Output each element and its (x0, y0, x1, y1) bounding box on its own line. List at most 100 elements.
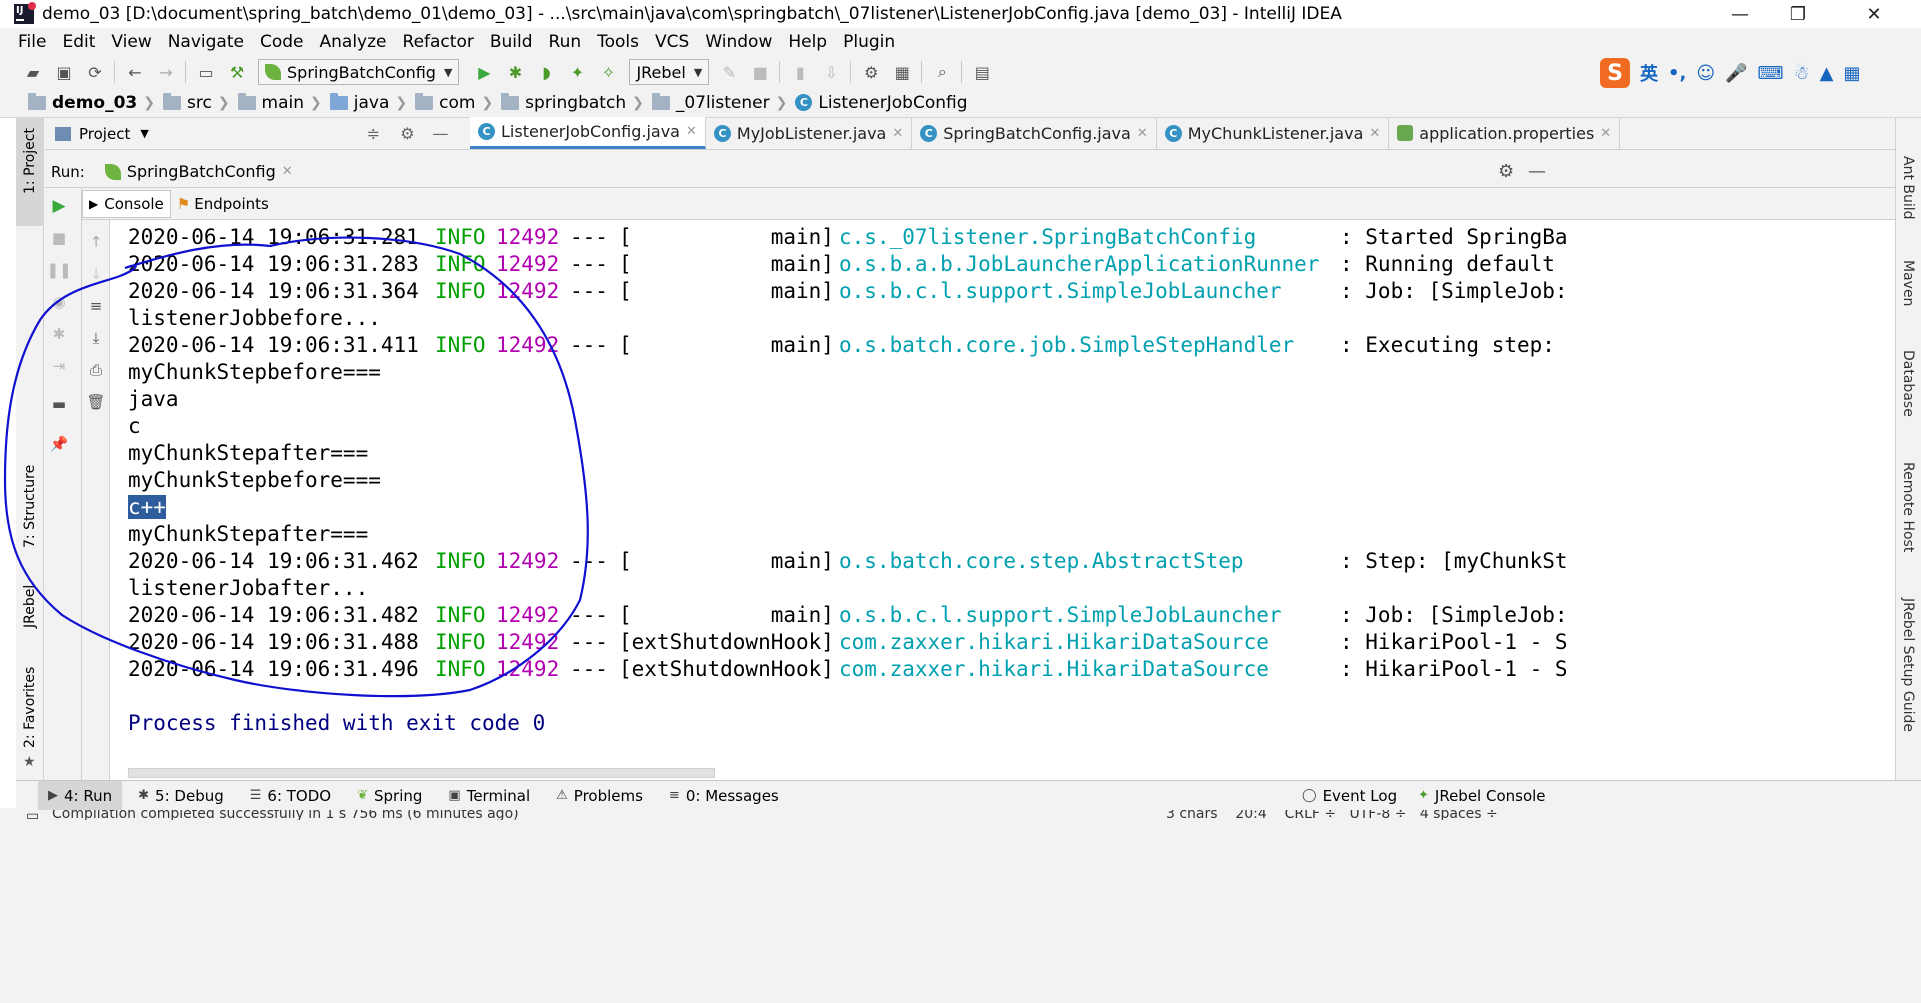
menu-refactor[interactable]: Refactor (403, 32, 474, 52)
menu-help[interactable]: Help (788, 32, 827, 52)
breadcrumb-item-src[interactable]: src (162, 92, 212, 113)
microphone-icon[interactable]: 🎤 (1725, 63, 1747, 84)
debug-bug-icon[interactable]: ✱ (49, 324, 69, 344)
close-icon[interactable]: ✕ (686, 124, 697, 139)
jrebel-setup-tool-label[interactable]: JRebel Setup Guide (1900, 598, 1916, 732)
run-config-tab[interactable]: SpringBatchConfig ✕ (104, 162, 293, 181)
bottom-tab-run[interactable]: ▶ 4: Run (38, 780, 123, 811)
jrebel-tool-label[interactable]: JRebel (22, 585, 38, 628)
project-structure-icon[interactable]: ▭ (195, 61, 217, 83)
remote-host-tool-label[interactable]: Remote Host (1900, 462, 1916, 552)
structure-tool-label[interactable]: 7: Structure (22, 465, 38, 548)
bottom-tab-todo[interactable]: ☰ 6: TODO (240, 781, 341, 811)
stop-icon[interactable]: ■ (749, 61, 771, 83)
breadcrumb-item-listenerjobconfig[interactable]: C ListenerJobConfig (795, 93, 968, 113)
grid-menu-icon[interactable]: ▦ (1844, 63, 1861, 84)
tab-console[interactable]: ▶ Console (82, 189, 171, 218)
breadcrumb-item-springbatch[interactable]: springbatch (501, 92, 626, 113)
keyboard-icon[interactable]: ⌨ (1758, 63, 1784, 84)
tab-myjoblistener[interactable]: C MyJobListener.java ✕ (706, 117, 913, 149)
maven-tool-label[interactable]: Maven (1900, 260, 1916, 306)
ant-build-tool-label[interactable]: Ant Build (1900, 156, 1916, 220)
status-right[interactable]: 3 chars 20:4 CRLF ÷ UTF-8 ÷ 4 spaces ÷ (1166, 810, 1498, 820)
project-tool-label[interactable]: 1: Project (22, 128, 38, 194)
minimize-button[interactable]: — (1711, 0, 1769, 28)
close-icon[interactable]: ✕ (282, 164, 293, 179)
search-icon[interactable]: ⌕ (931, 61, 953, 83)
menu-code[interactable]: Code (260, 32, 304, 52)
menu-build[interactable]: Build (490, 32, 533, 52)
menu-window[interactable]: Window (705, 32, 772, 52)
ime-language-toggle[interactable]: 英 (1640, 60, 1658, 86)
console-output[interactable]: 2020-06-14 19:06:31.281 INFO 12492 --- [ mai… (110, 220, 1895, 780)
menu-navigate[interactable]: Navigate (168, 32, 244, 52)
tab-endpoints[interactable]: ⚑ Endpoints (171, 190, 275, 218)
menu-edit[interactable]: Edit (62, 32, 95, 52)
bottom-tab-terminal[interactable]: ▣ Terminal (438, 781, 540, 811)
menu-analyze[interactable]: Analyze (320, 32, 387, 52)
database-tool-label[interactable]: Database (1900, 350, 1916, 417)
gear-icon[interactable]: ⚙ (400, 124, 414, 143)
menu-plugin[interactable]: Plugin (843, 32, 895, 52)
close-icon[interactable]: ✕ (1600, 126, 1611, 141)
pause-icon[interactable]: ❚❚ (46, 260, 71, 280)
punctuation-icon[interactable]: •, (1668, 63, 1686, 84)
bottom-tab-debug[interactable]: ✱ 5: Debug (128, 781, 234, 811)
close-icon[interactable]: ✕ (892, 126, 903, 141)
rerun-icon[interactable]: ▶ (49, 196, 69, 216)
profile-icon[interactable]: ✦ (566, 61, 588, 83)
build-hammer-icon[interactable]: ⚒ (226, 61, 248, 83)
settings-wrench-icon[interactable]: ⚙ (860, 61, 882, 83)
bottom-tab-problems[interactable]: ⚠ Problems (546, 781, 653, 811)
breadcrumb-item-java[interactable]: java (329, 92, 389, 113)
menu-vcs[interactable]: VCS (655, 32, 689, 52)
pin-icon[interactable]: 📌 (49, 434, 69, 454)
trash-icon[interactable]: 🗑 (86, 392, 106, 412)
breadcrumb-item-demo03[interactable]: demo_03 (28, 92, 137, 113)
menu-run[interactable]: Run (549, 32, 582, 52)
exit-icon[interactable]: ⇥ (49, 356, 69, 376)
camera-icon[interactable]: ◉ (49, 292, 69, 312)
bottom-tab-spring[interactable]: ❦ Spring (347, 781, 432, 811)
debug-icon[interactable]: ✱ (504, 61, 526, 83)
favorites-tool-label[interactable]: 2: Favorites (22, 667, 38, 748)
jrebel-run-icon[interactable]: ✧ (597, 61, 619, 83)
run-icon[interactable]: ▶ (473, 61, 495, 83)
gear-icon[interactable]: ⚙ (1498, 161, 1514, 182)
user-icon[interactable]: ☃ (1794, 63, 1810, 84)
tab-springbatchconfig[interactable]: C SpringBatchConfig.java ✕ (912, 117, 1157, 149)
menu-file[interactable]: File (18, 32, 46, 52)
back-icon[interactable]: ← (124, 61, 146, 83)
hide-panel-icon[interactable]: — (433, 124, 449, 143)
tab-listenerjobconfig[interactable]: C ListenerJobConfig.java ✕ (470, 117, 706, 149)
stop-icon[interactable]: ■ (49, 228, 69, 248)
emoji-icon[interactable]: ☺ (1696, 63, 1715, 84)
bottom-tab-jrebel-console[interactable]: ✦ JRebel Console (1408, 781, 1556, 811)
forward-icon[interactable]: → (155, 61, 177, 83)
sogou-logo-icon[interactable]: S (1600, 58, 1630, 88)
presentation-icon[interactable]: ▤ (971, 61, 993, 83)
up-arrow-icon[interactable]: ↑ (86, 232, 106, 252)
bottom-tab-event-log[interactable]: ◯ Event Log (1292, 781, 1407, 811)
breadcrumb-item-07listener[interactable]: _07listener (651, 92, 770, 113)
project-structure-grid-icon[interactable]: ▦ (891, 61, 913, 83)
open-folder-icon[interactable]: ▰ (22, 61, 44, 83)
breadcrumb-item-com[interactable]: com (415, 92, 475, 113)
collapse-all-icon[interactable]: ≑ (367, 124, 380, 143)
close-icon[interactable]: ✕ (1369, 126, 1380, 141)
horizontal-scrollbar[interactable] (128, 768, 715, 778)
tab-mychunklistener[interactable]: C MyChunkListener.java ✕ (1157, 117, 1390, 149)
jrebel-select[interactable]: JRebel ▼ (629, 59, 710, 85)
hide-panel-icon[interactable]: — (1528, 161, 1546, 182)
restore-button[interactable]: ❐ (1769, 0, 1827, 28)
chevron-down-icon[interactable]: ▼ (140, 127, 148, 140)
tab-application-properties[interactable]: application.properties ✕ (1389, 117, 1621, 149)
soft-wrap-icon[interactable]: ≡ (86, 296, 106, 316)
menu-tools[interactable]: Tools (597, 32, 639, 52)
jrebel-update-icon[interactable]: ✎ (718, 61, 740, 83)
download-icon[interactable]: ⇩ (820, 61, 842, 83)
scroll-to-end-icon[interactable]: ⤓ (86, 328, 106, 348)
run-config-select[interactable]: SpringBatchConfig ▼ (258, 59, 460, 85)
down-arrow-icon[interactable]: ↓ (86, 264, 106, 284)
bottom-tab-messages[interactable]: ≡ 0: Messages (659, 781, 789, 811)
